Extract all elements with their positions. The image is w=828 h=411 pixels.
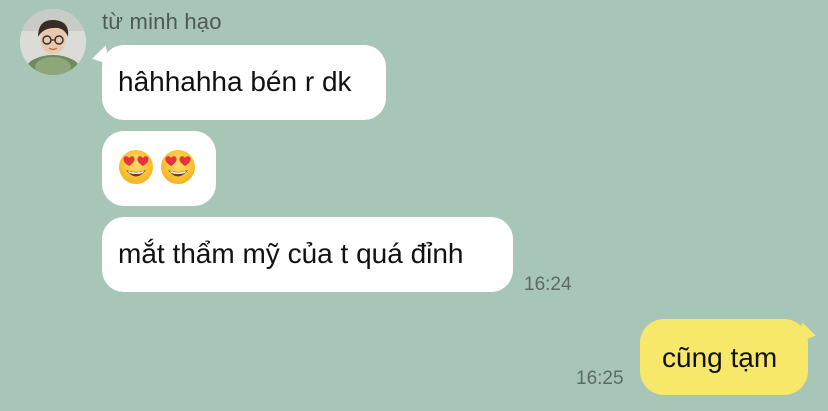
message-timestamp: 16:24: [524, 274, 572, 295]
heart-eyes-emoji-icon: [161, 150, 195, 184]
incoming-message-1[interactable]: hâhhahha bén r dk: [102, 45, 386, 120]
sender-avatar[interactable]: [20, 9, 86, 75]
heart-eyes-emoji-icon: [119, 150, 153, 184]
sender-name: từ minh hạo: [102, 9, 222, 34]
message-timestamp: 16:25: [576, 368, 624, 389]
message-text: cũng tạm: [662, 342, 778, 373]
message-text: mắt thẩm mỹ của t quá đỉnh: [118, 238, 464, 269]
message-text: hâhhahha bén r dk: [118, 66, 352, 97]
emoji-row: [118, 149, 216, 185]
incoming-message-2[interactable]: [102, 131, 216, 206]
avatar-photo-icon: [20, 9, 86, 75]
incoming-message-3[interactable]: mắt thẩm mỹ của t quá đỉnh: [102, 217, 513, 292]
outgoing-message-1[interactable]: cũng tạm: [640, 319, 808, 395]
